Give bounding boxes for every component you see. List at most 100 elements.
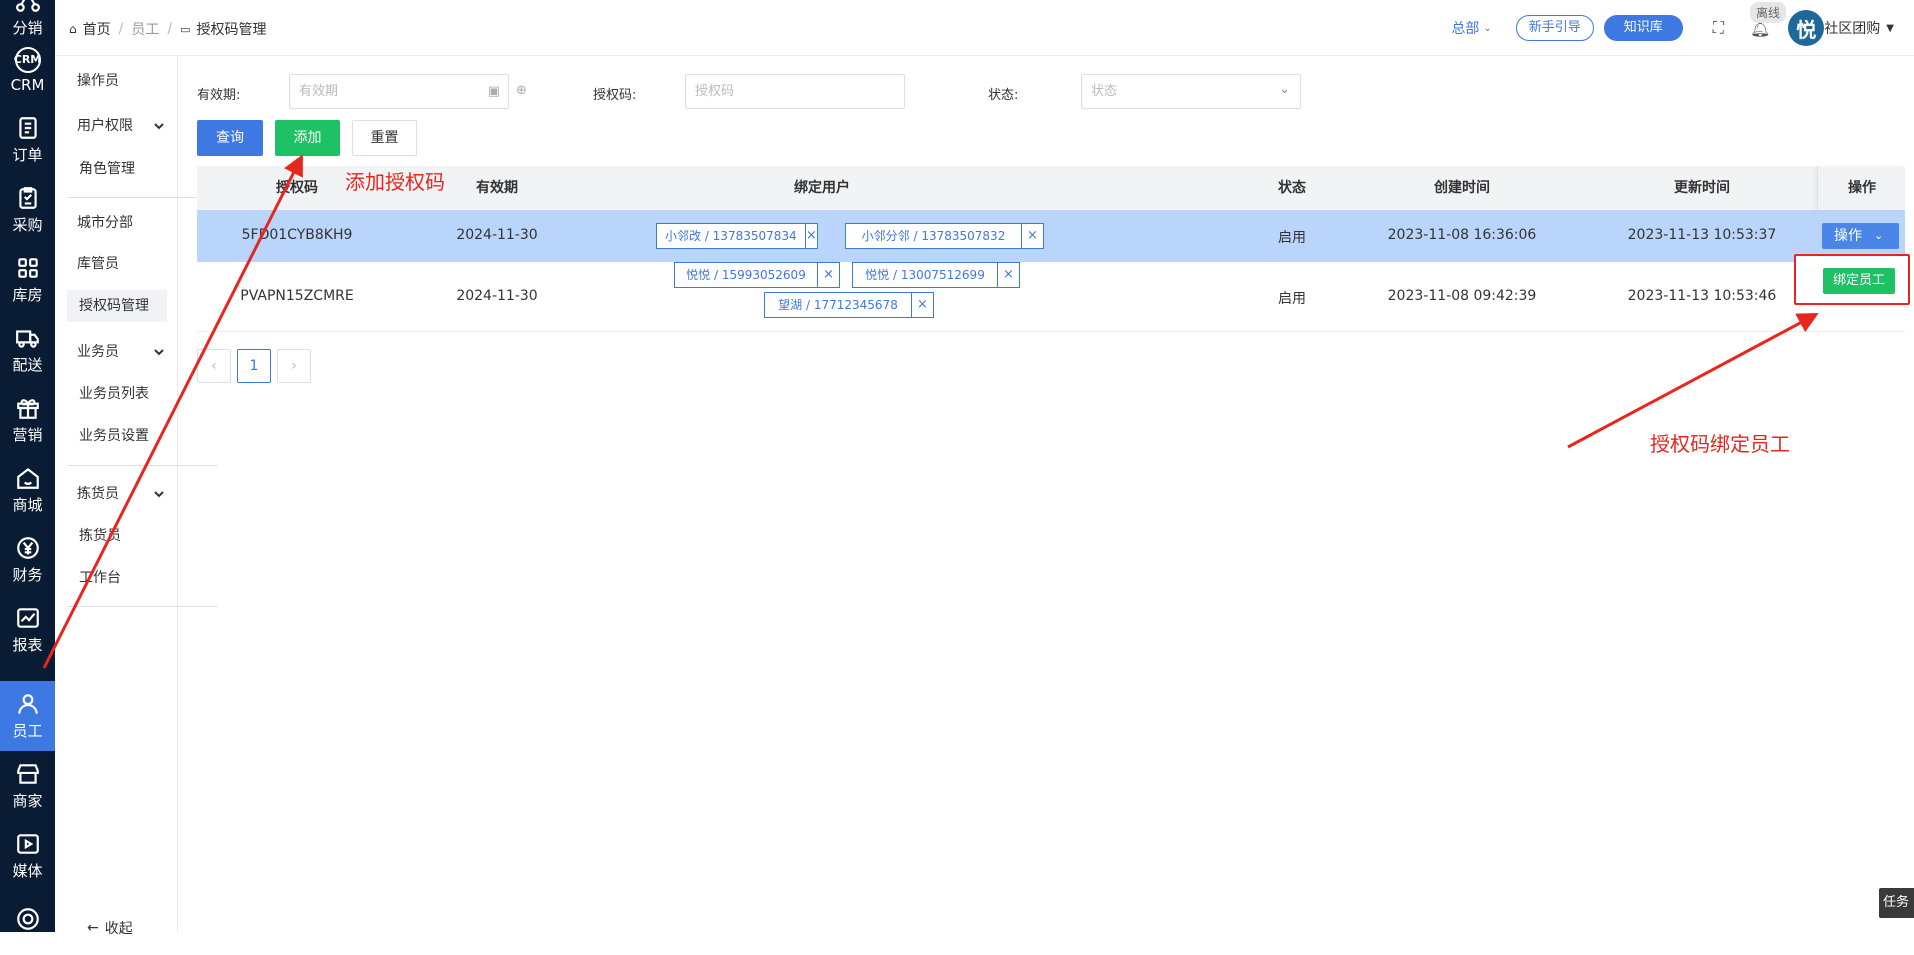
crm-icon: CRM [14,46,41,73]
annotation-bind-staff: 授权码绑定员工 [1650,432,1790,456]
rail-label: 财务 [12,566,43,584]
close-icon[interactable]: × [997,263,1019,287]
chart-icon [16,608,39,628]
breadcrumb-staff[interactable]: 员工 [131,19,159,39]
subnav-item-city-branch[interactable]: 城市分部 [77,207,133,239]
clock-icon: ⊕ [516,83,527,98]
region-selector[interactable]: 总部 ⌄ [1451,18,1491,38]
subnav-item-picker[interactable]: 拣货员 [79,520,121,552]
rail-label: 员工 [12,722,43,740]
query-button[interactable]: 查询 [197,120,263,156]
validity-date-input[interactable]: 有效期 ▣ [289,74,509,109]
rail-item-staff[interactable]: 员工 [0,681,55,751]
home-icon: ⌂ [69,22,77,36]
pagination: ‹ 1 › [197,349,311,383]
offline-badge: 离线 [1749,2,1786,23]
user-tag: 悦悦 / 13007512699 × [852,262,1020,288]
rail-item-warehouse[interactable]: 库房 [0,245,55,315]
subnav-item-auth-code[interactable]: 授权码管理 [67,290,167,322]
rail-label: 订单 [12,146,43,164]
close-icon[interactable]: × [911,293,933,317]
collapse-button[interactable]: ← 收起 [87,918,133,938]
subnav-group-salesman[interactable]: 业务员 [77,336,165,368]
close-icon[interactable]: × [817,263,839,287]
subnav-item-operator[interactable]: 操作员 [77,65,119,97]
guide-button[interactable]: 新手引导 [1515,15,1594,41]
column-header-created: 创建时间 [1434,180,1490,196]
subnav-item-warehouse-keeper[interactable]: 库管员 [77,248,119,280]
rail-label: 媒体 [12,862,43,880]
store-icon [16,764,39,784]
subnav-group-user-permissions[interactable]: 用户权限 [77,110,165,142]
chevron-down-icon: ⌄ [1874,229,1884,242]
rail-item-crm[interactable]: CRM CRM [0,35,55,105]
user-tag-label: 悦悦 / 13007512699 [865,268,985,282]
cell-code: 5FD01CYB8KH9 [241,227,353,243]
validity-placeholder: 有效期 [299,84,339,99]
rail-label: 商家 [12,792,43,810]
subnav-divider [67,465,217,466]
validity-label: 有效期: [197,88,241,103]
operation-dropdown-button[interactable]: 操作 ⌄ [1822,223,1899,249]
rail-item-purchase[interactable]: 采购 [0,175,55,245]
settings-icon [16,907,39,930]
rail-item-orders[interactable]: 订单 [0,105,55,175]
avatar[interactable]: 悦 [1788,10,1825,46]
fullscreen-icon[interactable]: ⛶ [1713,18,1724,38]
media-icon [16,834,39,854]
close-icon[interactable]: × [804,224,817,248]
status-select[interactable]: 状态 ⌄ [1081,74,1301,109]
rail-label: 配送 [12,356,43,374]
user-tag: 小邻改 / 13783507834 × [656,223,818,249]
subnav-group-label: 用户权限 [77,118,133,134]
cell-validity: 2024-11-30 [456,288,538,304]
page-button[interactable]: 1 [237,349,271,383]
auth-code-input[interactable]: 授权码 [685,74,905,109]
chevron-down-icon [154,123,164,130]
rail-item-more[interactable] [0,885,55,955]
warehouse-icon [17,258,38,278]
rail-label: CRM [10,75,45,94]
rail-label: 库房 [12,286,43,304]
user-tag: 小邻分邻 / 13783507832 × [845,223,1044,249]
cell-updated: 2023-11-13 10:53:37 [1627,227,1777,243]
rail-item-media[interactable]: 媒体 [0,821,55,891]
column-header-operation: 操作 [1848,180,1876,196]
rail-item-finance[interactable]: 财务 [0,525,55,595]
close-icon[interactable]: × [1021,224,1043,248]
bind-staff-button[interactable]: 绑定员工 [1823,268,1895,294]
auth-code-label: 授权码: [593,88,637,103]
user-tag-label: 悦悦 / 15993052609 [686,268,806,282]
subnav-item-salesman-settings[interactable]: 业务员设置 [79,420,149,452]
breadcrumb-home[interactable]: 首页 [83,19,111,39]
subnav-group-label: 业务员 [77,344,119,360]
rail-item-marketing[interactable]: 营销 [0,385,55,455]
rail-item-reports[interactable]: 报表 [0,595,55,665]
reset-button[interactable]: 重置 [352,120,417,156]
operation-button-label: 操作 [1834,228,1862,244]
rail-label: 报表 [12,636,43,654]
table-row[interactable]: 5FD01CYB8KH9 2024-11-30 小邻改 / 1378350783… [197,210,1905,262]
subnav-item-roles[interactable]: 角色管理 [79,153,135,185]
prev-page-button[interactable]: ‹ [197,349,231,383]
table-row[interactable]: PVAPN15ZCMRE 2024-11-30 悦悦 / 15993052609… [197,262,1905,332]
chevron-down-icon [154,349,164,356]
rail-item-merchant[interactable]: 商家 [0,751,55,821]
rail-item-delivery[interactable]: 配送 [0,315,55,385]
user-tag-label: 小邻分邻 / 13783507832 [861,229,1006,243]
rail-item-mall[interactable]: 商城 [0,455,55,525]
subnav-group-picker[interactable]: 拣货员 [77,478,165,510]
calendar-icon: ▣ [487,84,500,99]
subnav-item-salesman-list[interactable]: 业务员列表 [79,378,149,410]
next-page-button[interactable]: › [277,349,311,383]
subnav-item-workbench[interactable]: 工作台 [79,562,121,594]
breadcrumb-current: 授权码管理 [196,22,267,38]
knowledge-base-button[interactable]: 知识库 [1603,15,1683,41]
purchase-icon [18,187,37,209]
task-tab[interactable]: 任务 [1879,888,1914,918]
column-header-status: 状态 [1278,180,1306,196]
sub-navigation: 操作员 用户权限 角色管理 城市分部 库管员 授权码管理 业务员 业务员列表 业… [55,0,217,937]
add-button[interactable]: 添加 [275,120,340,156]
store-selector[interactable]: 社区团购 ▼ [1824,18,1894,38]
caret-down-icon: ▼ [1886,22,1894,34]
